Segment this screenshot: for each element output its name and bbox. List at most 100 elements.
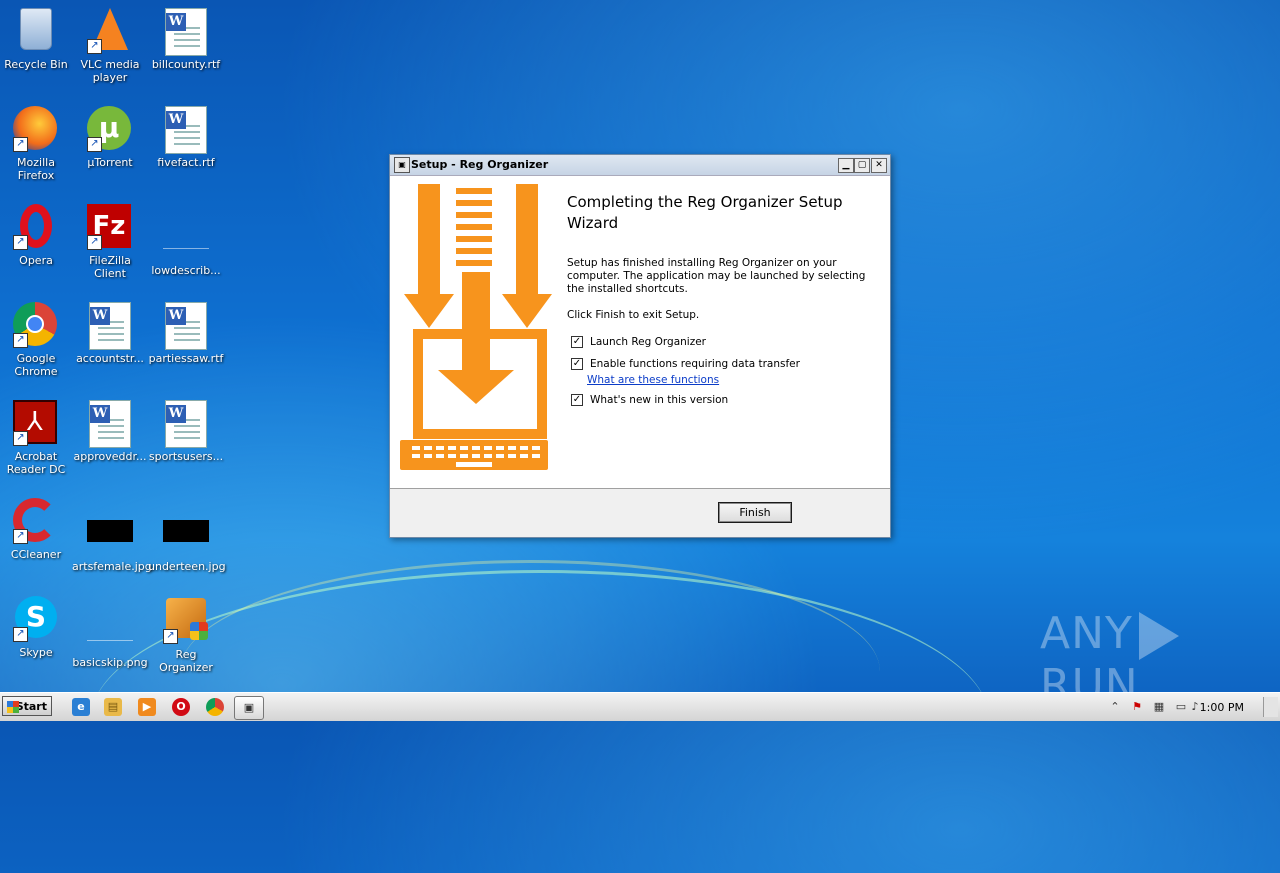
desktop-icon-ccleaner[interactable]: ↗ CCleaner (0, 498, 74, 561)
desktop-icon-utorrent[interactable]: µ ↗ µTorrent (72, 106, 148, 169)
firefox-icon: ↗ (13, 106, 59, 152)
opera-icon: ↗ (13, 204, 59, 250)
checkbox-checked-icon[interactable]: ✓ (571, 358, 583, 370)
checkbox-checked-icon[interactable]: ✓ (571, 336, 583, 348)
play-logo-icon (1138, 612, 1179, 660)
taskbar-clock[interactable]: 1:00 PM (1200, 701, 1244, 714)
shortcut-arrow-icon: ↗ (87, 39, 102, 54)
shortcut-arrow-icon: ↗ (87, 235, 102, 250)
media-player-taskbar-icon[interactable]: ▶ (138, 698, 156, 716)
desktop-icon-label: artsfemale.jpg (72, 560, 152, 573)
word-document-icon: W (163, 302, 209, 350)
setup-wizard-window[interactable]: ▣ Setup - Reg Organizer ▁ ▢ ✕ Completing… (389, 154, 891, 538)
checkbox-checked-icon[interactable]: ✓ (571, 394, 583, 406)
shortcut-arrow-icon: ↗ (13, 235, 28, 250)
desktop-icon-label: lowdescrib... (151, 264, 221, 277)
desktop-icon-label: µTorrent (87, 156, 133, 169)
desktop-icon-label: sportsusers... (148, 450, 224, 463)
desktop-icon-chrome[interactable]: ↗ Google Chrome (0, 302, 74, 378)
desktop-icon-underteen[interactable]: underteen.jpg (148, 508, 226, 573)
wizard-heading: Completing the Reg Organizer Setup Wizar… (567, 193, 843, 232)
wallpaper-swoosh (180, 560, 880, 783)
desktop-icon-opera[interactable]: ↗ Opera (0, 204, 74, 267)
show-desktop-button[interactable] (1263, 697, 1278, 717)
filezilla-icon: Fz ↗ (87, 204, 133, 250)
desktop-icon-label: Opera (19, 254, 53, 267)
word-document-icon: W (163, 106, 209, 154)
skype-icon: S ↗ (13, 596, 59, 642)
word-document-icon: W (87, 302, 133, 350)
shortcut-arrow-icon: ↗ (13, 627, 28, 642)
ie-taskbar-icon[interactable]: e (72, 698, 90, 716)
chrome-taskbar-icon[interactable] (206, 698, 224, 716)
desktop-icon-skype[interactable]: S ↗ Skype (0, 596, 74, 659)
checkbox-label: What's new in this version (590, 394, 729, 406)
checkbox-whats-new[interactable]: ✓ What's new in this version (571, 394, 728, 406)
word-document-icon: W (163, 8, 209, 56)
desktop-icon-artsfemale[interactable]: artsfemale.jpg (72, 508, 152, 573)
utorrent-icon: µ ↗ (87, 106, 133, 152)
opera-taskbar-icon[interactable]: O (172, 698, 190, 716)
desktop-icon-fivefact[interactable]: W fivefact.rtf (148, 106, 224, 169)
network-icon[interactable]: ▦ (1152, 700, 1166, 714)
explorer-taskbar-icon[interactable]: ▤ (104, 698, 122, 716)
desktop-icon-vlc[interactable]: ↗ VLC media player (72, 8, 148, 84)
wizard-content: Completing the Reg Organizer Setup Wizar… (390, 176, 890, 489)
ccleaner-icon: ↗ (13, 498, 59, 544)
desktop-icon-label: approveddr... (73, 450, 147, 463)
window-titlebar[interactable]: ▣ Setup - Reg Organizer ▁ ▢ ✕ (390, 155, 890, 176)
minimize-button[interactable]: ▁ (838, 158, 854, 173)
wizard-instruction: Click Finish to exit Setup. (567, 309, 700, 321)
setup-taskbar-button[interactable]: ▣ (234, 696, 264, 720)
functions-info-link[interactable]: What are these functions (587, 374, 719, 386)
desktop-icon-acrobat[interactable]: ⅄ ↗ Acrobat Reader DC (0, 400, 74, 476)
word-document-icon: W (163, 400, 209, 448)
shortcut-arrow-icon: ↗ (13, 333, 28, 348)
desktop-icon-sportsusers[interactable]: W sportsusers... (148, 400, 224, 463)
windows-logo-icon (7, 701, 19, 713)
checkbox-label: Enable functions requiring data transfer (590, 358, 800, 370)
power-icon[interactable]: ▭ (1174, 700, 1188, 714)
desktop-icon-filezilla[interactable]: Fz ↗ FileZilla Client (72, 204, 148, 280)
setup-app-icon: ▣ (394, 157, 410, 173)
install-illustration-icon (400, 184, 552, 470)
close-button[interactable]: ✕ (871, 158, 887, 173)
image-thumbnail-icon (163, 520, 209, 556)
desktop-icon-accountstr[interactable]: W accountstr... (72, 302, 148, 365)
desktop-icon-label: partiessaw.rtf (148, 352, 224, 365)
desktop-icon-label: fivefact.rtf (157, 156, 215, 169)
checkbox-data-transfer[interactable]: ✓ Enable functions requiring data transf… (571, 358, 800, 370)
show-hidden-icons-icon[interactable]: ⌃ (1108, 700, 1122, 714)
watermark-text-left: ANY (1040, 608, 1133, 659)
taskbar: Start e ▤ ▶ O ▣ ⌃ ⚑ ▦ ▭ ♪ 1:00 PM (0, 692, 1280, 721)
desktop-icon-firefox[interactable]: ↗ Mozilla Firefox (0, 106, 74, 182)
action-center-flag-icon[interactable]: ⚑ (1130, 700, 1144, 714)
desktop-icon-approveddr[interactable]: W approveddr... (72, 400, 148, 463)
desktop-icon-partiessaw[interactable]: W partiessaw.rtf (148, 302, 224, 365)
desktop-icon-label: underteen.jpg (148, 560, 226, 573)
desktop-icon-reg-organizer[interactable]: ↗ Reg Organizer (148, 596, 224, 674)
acrobat-icon: ⅄ ↗ (13, 400, 59, 446)
desktop-icon-lowdescrib[interactable]: lowdescrib... (148, 214, 224, 277)
start-button[interactable]: Start (2, 696, 52, 716)
desktop-icon-label: FileZilla Client (89, 254, 131, 280)
finish-button[interactable]: Finish (718, 502, 792, 523)
shortcut-arrow-icon: ↗ (13, 137, 28, 152)
vlc-cone-icon: ↗ (87, 8, 133, 54)
desktop-icon-recycle-bin[interactable]: Recycle Bin (0, 8, 74, 71)
word-document-icon: W (87, 400, 133, 448)
shortcut-arrow-icon: ↗ (13, 529, 28, 544)
desktop-icon-basicskip[interactable]: basicskip.png (72, 606, 148, 669)
image-thumbnail-icon (87, 616, 133, 652)
desktop-icon-label: Skype (19, 646, 53, 659)
desktop-icon-billcounty[interactable]: W billcounty.rtf (148, 8, 224, 71)
desktop-icon-label: VLC media player (80, 58, 140, 84)
checkbox-launch[interactable]: ✓ Launch Reg Organizer (571, 336, 706, 348)
maximize-button[interactable]: ▢ (854, 158, 870, 173)
shortcut-arrow-icon: ↗ (163, 629, 178, 644)
recycle-bin-icon (13, 8, 59, 54)
desktop-icon-label: billcounty.rtf (151, 58, 221, 71)
window-title: Setup - Reg Organizer (411, 158, 549, 171)
checkbox-label: Launch Reg Organizer (590, 336, 707, 348)
file-thumbnail-icon (163, 224, 209, 260)
